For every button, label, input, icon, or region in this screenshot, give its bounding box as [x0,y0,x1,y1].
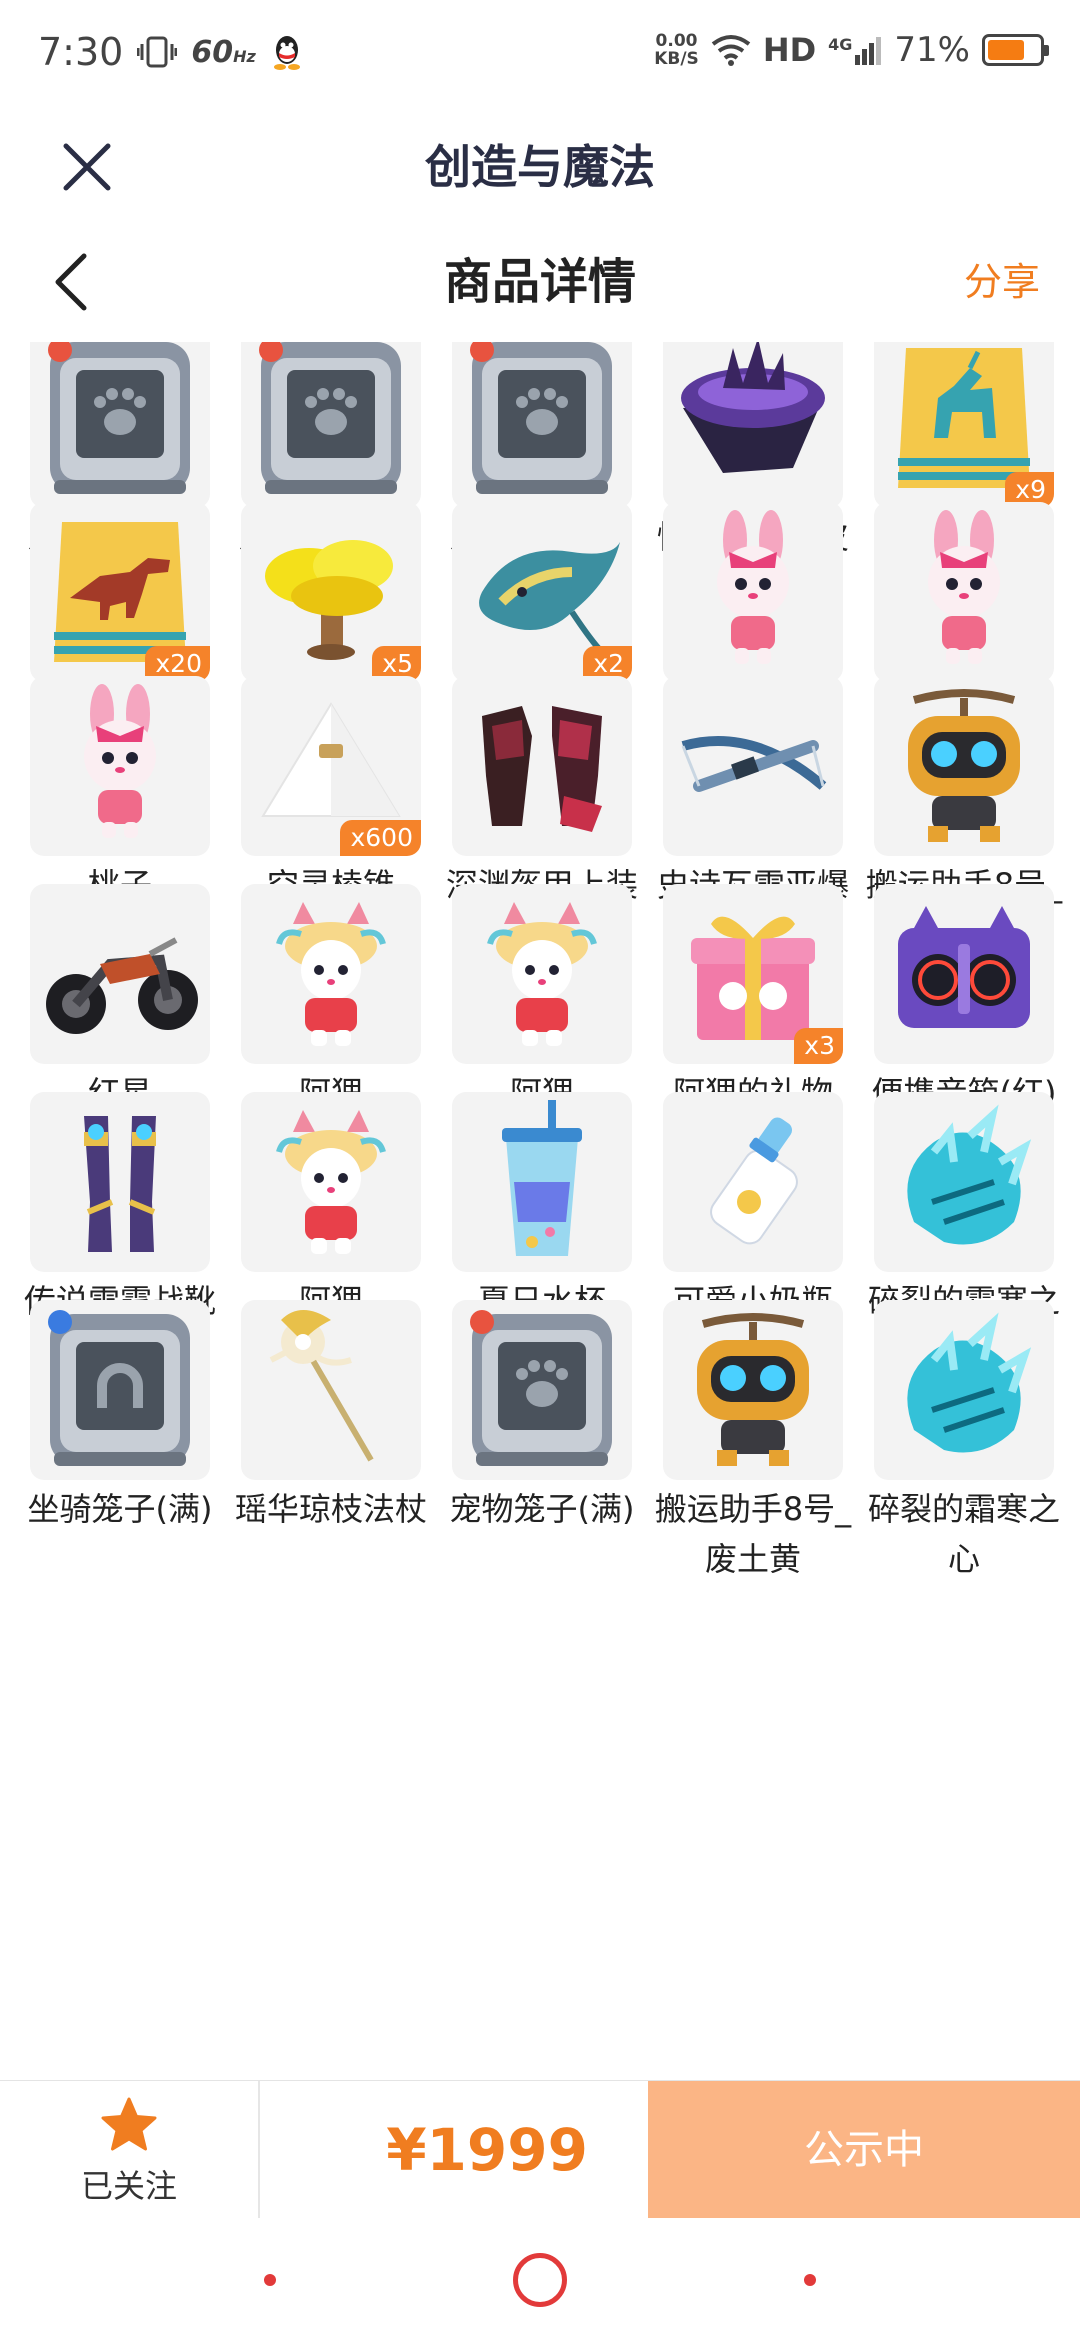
motorcycle-icon [30,884,210,1064]
status-button[interactable]: 公示中 [648,2081,1080,2219]
refresh-rate: 60Hz [191,34,256,70]
follow-button[interactable]: 已关注 [0,2081,258,2219]
ahri-figure-icon [241,884,421,1064]
item-card[interactable]: 阿狸 [241,884,421,1118]
follow-label: 已关注 [80,2167,177,2205]
item-card[interactable]: x600空灵棱锥 [241,676,421,910]
item-label: 宠物笼子(满) [449,1490,635,1528]
bottle-icon [663,1092,843,1272]
unicorn-feed-bag-icon: x9 [874,342,1054,508]
frost-heart-icon [874,1300,1054,1480]
item-card[interactable]: 红星 [30,884,210,1118]
frost-heart-icon [874,1092,1054,1272]
mount-cage-icon [30,1300,210,1480]
app-title: 创造与魔法 [425,140,655,194]
item-card[interactable]: 坐骑笼子(满) [28,1300,212,1534]
item-card[interactable]: 瑶华琼枝法杖 [235,1300,427,1534]
pink-bunny-icon [663,502,843,682]
crossbow-icon [663,676,843,856]
stingray-icon: x2 [452,502,632,682]
robot-icon [663,1300,843,1480]
pet-cage-icon [452,342,632,508]
network-speed: 0.00 KB/S [654,31,699,69]
recent-apps-button[interactable] [264,2274,276,2286]
boots-icon [30,1092,210,1272]
action-bar: 已关注 ¥1999 公示中 [0,2080,1080,2219]
price: ¥1999 [386,2116,588,2184]
wifi-icon [711,35,751,66]
gift-box-icon: x3 [663,884,843,1064]
item-label: 瑶华琼枝法杖 [234,1490,427,1528]
pink-bunny-icon [874,502,1054,682]
page-title: 商品详情 [443,254,636,310]
robot-icon [874,676,1054,856]
item-label: 坐骑笼子(满) [27,1490,213,1528]
pet-cage-icon [30,342,210,508]
trex-feed-bag-icon: x20 [30,502,210,682]
pink-bunny-icon [30,676,210,856]
ahri-figure-icon [452,884,632,1064]
item-label: 搬运助手8号_废土黄 [654,1490,852,1578]
speaker-icon [874,884,1054,1064]
pet-cage-icon [241,342,421,508]
item-card[interactable]: 便携音箱(红) [872,884,1056,1118]
system-nav-bar [0,2218,1080,2340]
pet-cage-icon [452,1300,632,1480]
item-card[interactable]: 传说雷霆战靴 [24,1092,216,1326]
nav-bar: 商品详情 分享 [0,222,1080,342]
quantity-badge: x600 [340,820,421,856]
cup-icon [452,1092,632,1272]
signal-icon [855,37,882,65]
armor-icon [452,676,632,856]
battery-level [988,40,1024,60]
item-card[interactable]: 阿狸 [452,884,632,1118]
ahri-figure-icon [241,1092,421,1272]
pyramid-icon: x600 [241,676,421,856]
floating-island-icon [663,342,843,508]
vibrate-icon [137,36,178,68]
item-label: 碎裂的霜寒之心 [867,1490,1060,1578]
hd-indicator: HD [762,31,817,69]
item-card[interactable]: x3阿狸的礼物 [663,884,843,1118]
clock: 7:30 [38,30,124,74]
item-card[interactable]: 碎裂的霜寒之心 [868,1300,1060,1584]
status-bar: 7:30 60Hz 0.00 KB/S HD 4G 71% [0,0,1080,112]
item-card[interactable]: 桃子 [30,676,210,910]
qq-icon [273,36,300,70]
app-bar: 创造与魔法 [0,112,1080,222]
share-button[interactable]: 分享 [964,222,1040,342]
quantity-badge: x3 [794,1028,843,1064]
item-card[interactable]: 夏日水杯 [452,1092,632,1326]
home-button[interactable] [513,2253,567,2307]
signal-indicator: 4G [828,35,882,65]
staff-icon [241,1300,421,1480]
star-icon [101,2097,157,2151]
item-card[interactable]: 搬运助手8号_废土黄 [655,1300,851,1584]
item-grid[interactable]: 宠物笼子(满)宠物笼子(满)宠物笼子(满)惊魂岛浮岛皮肤x9独角兽饲料x20霸王… [0,342,1080,2080]
mushroom-icon: x5 [241,502,421,682]
battery-icon [982,34,1049,66]
back-system-button[interactable] [804,2274,816,2286]
battery-percent: 71% [894,30,970,70]
item-card[interactable]: 阿狸 [241,1092,421,1326]
item-card[interactable]: 宠物笼子(满) [450,1300,634,1534]
item-card[interactable]: 可爱小奶瓶 [663,1092,843,1326]
